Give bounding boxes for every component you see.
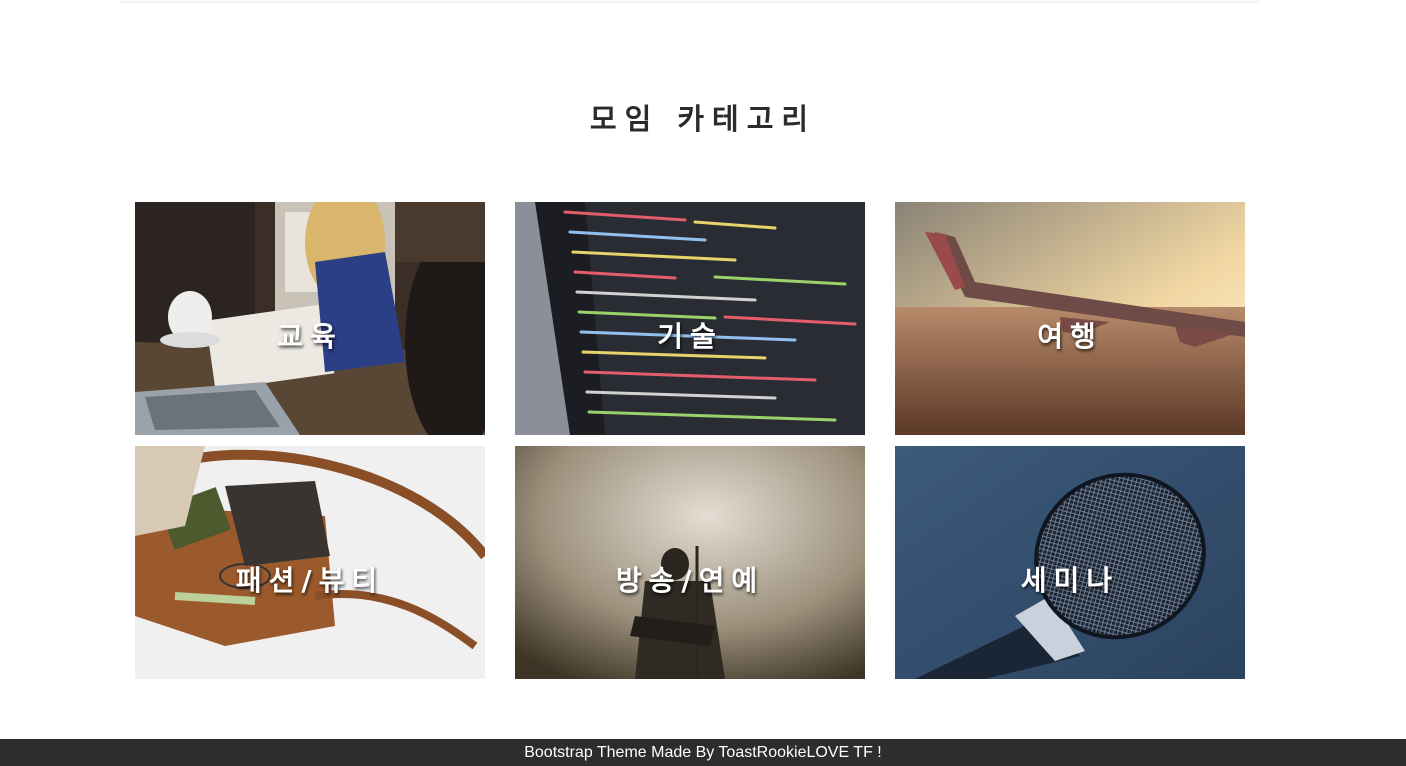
category-label: 여행: [1037, 319, 1103, 353]
category-grid: 교육 기술 여행 패션/뷰티 방송/연예 세미나: [135, 202, 1245, 679]
category-tile-education[interactable]: 교육: [135, 202, 485, 435]
category-tile-seminar[interactable]: 세미나: [895, 446, 1245, 679]
footer-text: Bootstrap Theme Made By ToastRookieLOVE …: [524, 744, 882, 761]
category-label: 교육: [277, 319, 343, 353]
category-tile-broadcast-entertainment[interactable]: 방송/연예: [515, 446, 865, 679]
category-tile-travel[interactable]: 여행: [895, 202, 1245, 435]
top-divider: [121, 0, 1259, 3]
footer: Bootstrap Theme Made By ToastRookieLOVE …: [0, 739, 1406, 766]
category-label: 패션/뷰티: [235, 563, 385, 597]
category-tile-fashion-beauty[interactable]: 패션/뷰티: [135, 446, 485, 679]
category-label: 세미나: [1020, 563, 1120, 597]
category-tile-tech[interactable]: 기술: [515, 202, 865, 435]
category-label: 방송/연예: [615, 563, 765, 597]
category-label: 기술: [657, 319, 723, 353]
section-title: 모임 카테고리: [589, 102, 817, 136]
